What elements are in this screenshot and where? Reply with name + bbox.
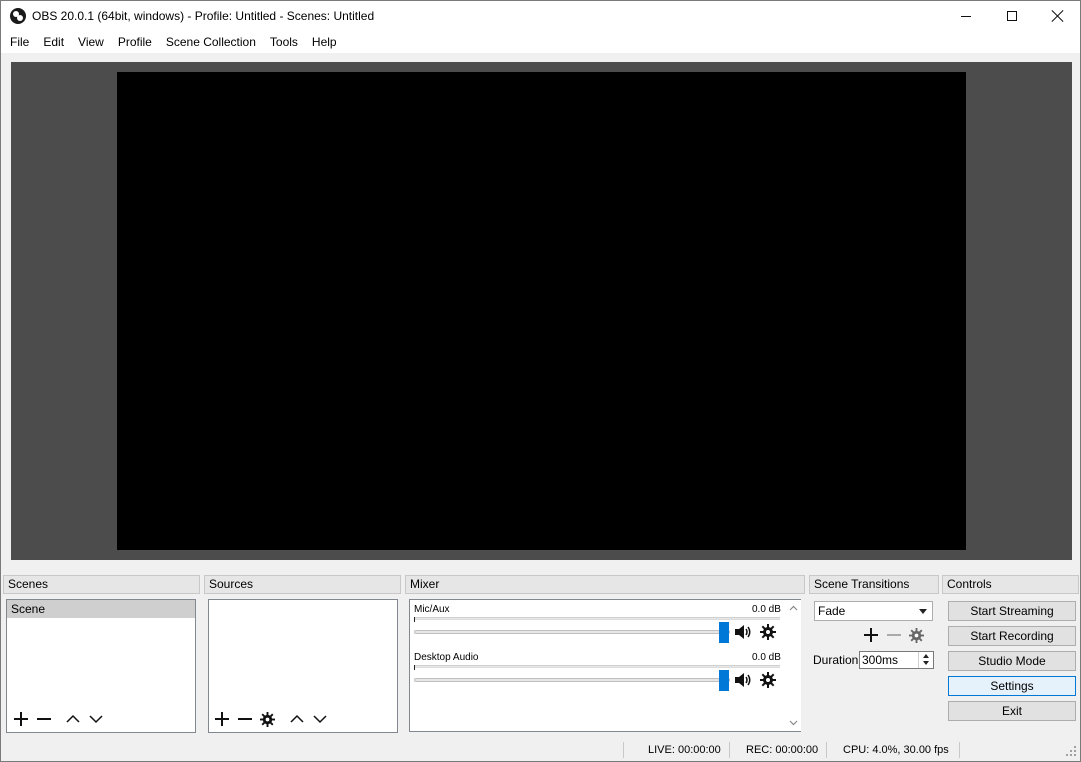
remove-scene-button[interactable]	[32, 708, 55, 730]
window-title: OBS 20.0.1 (64bit, windows) - Profile: U…	[32, 9, 375, 23]
chevron-up-icon	[65, 714, 80, 723]
status-bar: LIVE: 00:00:00 REC: 00:00:00 CPU: 4.0%, …	[1, 739, 1080, 761]
transitions-toolbar	[859, 624, 928, 646]
cpu-fps-readout: CPU: 4.0%, 30.00 fps	[843, 744, 949, 756]
move-source-up-button[interactable]	[285, 708, 308, 730]
exit-button[interactable]: Exit	[948, 701, 1076, 721]
resize-grip-icon[interactable]	[1065, 745, 1077, 757]
minimize-button[interactable]	[943, 1, 989, 31]
obs-main-window: OBS 20.0.1 (64bit, windows) - Profile: U…	[0, 0, 1081, 762]
transitions-dock-title: Scene Transitions	[809, 575, 939, 594]
stepper-up-icon[interactable]	[923, 654, 929, 658]
transition-select-value: Fade	[818, 604, 846, 618]
volume-meter	[414, 617, 780, 622]
minus-icon	[237, 712, 252, 726]
gear-icon[interactable]	[760, 624, 776, 640]
move-scene-up-button[interactable]	[61, 708, 84, 730]
volume-slider-track[interactable]	[414, 630, 730, 634]
gear-icon[interactable]	[760, 672, 776, 688]
duration-spinbox[interactable]: 300ms	[859, 651, 934, 669]
chevron-up-icon	[289, 714, 304, 723]
status-separator	[729, 742, 730, 758]
minus-icon	[886, 628, 901, 642]
studio-mode-button[interactable]: Studio Mode	[948, 651, 1076, 671]
speaker-icon[interactable]	[734, 672, 752, 688]
title-bar: OBS 20.0.1 (64bit, windows) - Profile: U…	[1, 1, 1080, 31]
mixer-scrollbar[interactable]	[786, 600, 801, 731]
scene-list-item[interactable]: Scene	[7, 600, 195, 618]
plus-icon	[13, 712, 28, 726]
live-timer: LIVE: 00:00:00	[648, 744, 721, 756]
scroll-up-icon[interactable]	[789, 604, 798, 613]
menu-profile[interactable]: Profile	[111, 31, 159, 53]
maximize-button[interactable]	[989, 1, 1035, 31]
scenes-toolbar	[9, 708, 107, 730]
speaker-icon[interactable]	[734, 624, 752, 640]
controls-dock-title: Controls	[942, 575, 1079, 594]
menu-edit[interactable]: Edit	[36, 31, 71, 53]
menu-help[interactable]: Help	[305, 31, 344, 53]
plus-icon	[214, 712, 229, 726]
status-separator	[623, 742, 624, 758]
status-separator	[826, 742, 827, 758]
close-button[interactable]	[1035, 1, 1081, 31]
volume-slider-track[interactable]	[414, 678, 730, 682]
duration-stepper[interactable]	[918, 652, 933, 668]
close-icon	[1052, 10, 1064, 22]
obs-logo-icon	[10, 8, 26, 24]
status-separator	[959, 742, 960, 758]
volume-slider-thumb[interactable]	[719, 670, 729, 691]
settings-button[interactable]: Settings	[948, 676, 1076, 696]
add-scene-button[interactable]	[9, 708, 32, 730]
chevron-down-icon	[312, 715, 327, 724]
duration-value: 300ms	[862, 653, 899, 667]
move-source-down-button[interactable]	[308, 708, 331, 730]
add-transition-button[interactable]	[859, 624, 882, 646]
mixer-channel-name: Mic/Aux	[414, 604, 450, 615]
menu-view[interactable]: View	[71, 31, 111, 53]
minimize-icon	[961, 15, 971, 17]
sources-dock-title: Sources	[204, 575, 401, 594]
volume-meter	[414, 665, 780, 670]
gear-icon	[260, 711, 275, 727]
duration-label: Duration	[813, 653, 859, 667]
chevron-down-icon	[88, 715, 103, 724]
scenes-dock-title: Scenes	[3, 575, 200, 594]
mixer-channel-name: Desktop Audio	[414, 652, 479, 663]
stepper-down-icon[interactable]	[923, 661, 929, 665]
sources-toolbar	[210, 708, 331, 730]
audio-mixer: Mic/Aux 0.0 dB Desktop Audio 0.0 dB	[409, 599, 801, 732]
start-recording-button[interactable]: Start Recording	[948, 626, 1076, 646]
preview-area[interactable]	[11, 62, 1072, 560]
start-streaming-button[interactable]: Start Streaming	[948, 601, 1076, 621]
scroll-down-icon[interactable]	[789, 718, 798, 727]
menu-file[interactable]: File	[3, 31, 36, 53]
add-source-button[interactable]	[210, 708, 233, 730]
source-properties-button[interactable]	[256, 708, 279, 730]
remove-source-button[interactable]	[233, 708, 256, 730]
menu-tools[interactable]: Tools	[263, 31, 305, 53]
mixer-channel-db: 0.0 dB	[752, 652, 781, 663]
remove-transition-button[interactable]	[882, 624, 905, 646]
plus-icon	[863, 628, 878, 642]
minus-icon	[36, 712, 51, 726]
preview-canvas[interactable]	[117, 72, 966, 550]
mixer-channel-db: 0.0 dB	[752, 604, 781, 615]
gear-icon	[909, 627, 924, 643]
menu-scene-collection[interactable]: Scene Collection	[159, 31, 263, 53]
rec-timer: REC: 00:00:00	[746, 744, 819, 756]
maximize-icon	[1007, 11, 1017, 21]
transition-properties-button[interactable]	[905, 624, 928, 646]
move-scene-down-button[interactable]	[84, 708, 107, 730]
transition-select[interactable]: Fade	[814, 601, 933, 621]
menu-bar: File Edit View Profile Scene Collection …	[1, 31, 1080, 53]
volume-slider-thumb[interactable]	[719, 622, 729, 643]
mixer-dock-title: Mixer	[405, 575, 805, 594]
dropdown-arrow-icon	[919, 609, 927, 614]
